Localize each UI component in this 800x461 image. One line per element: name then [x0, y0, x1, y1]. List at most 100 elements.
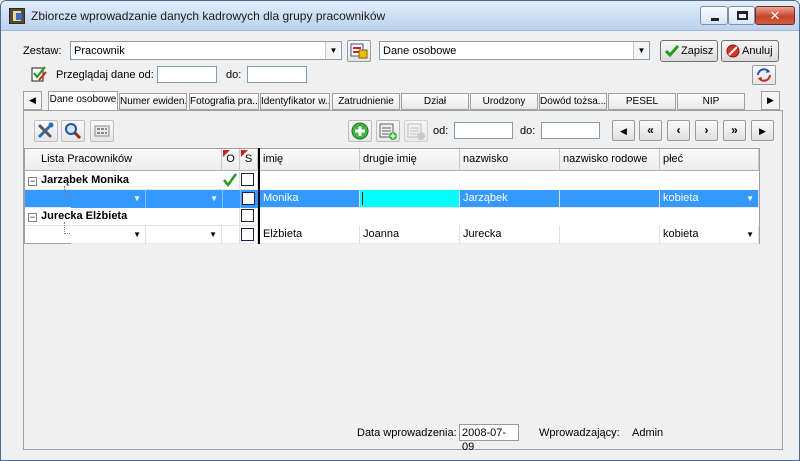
nav-next-button[interactable]: ›: [695, 120, 718, 141]
tab-fotografia[interactable]: Fotografia pra...: [189, 93, 259, 110]
chevron-down-icon: ▼: [325, 42, 341, 59]
cell-nazwisko[interactable]: Jarząbek: [460, 190, 560, 208]
column-header-o[interactable]: O: [222, 149, 240, 171]
tools-button[interactable]: [34, 120, 58, 142]
row-o-cell[interactable]: [222, 226, 240, 244]
add-button[interactable]: [348, 120, 372, 142]
cell-nazwisko-rodowe[interactable]: [560, 226, 660, 244]
tab-dane-osobowe[interactable]: Dane osobowe: [48, 91, 118, 111]
cell-nazwisko[interactable]: Jurecka: [460, 226, 560, 244]
column-header-imie[interactable]: imię: [260, 149, 360, 171]
tab-dzial[interactable]: Dział: [401, 93, 469, 110]
nav-last-icon: ▶: [759, 126, 766, 136]
zestaw-secondary-select[interactable]: Dane osobowe ▼: [379, 41, 650, 60]
tab-strip: Dane osobowe Numer ewiden... Fotografia …: [23, 91, 783, 111]
refresh-button[interactable]: [752, 65, 776, 85]
cancel-button[interactable]: Anuluj: [721, 40, 779, 62]
chevron-right-icon: ▶: [767, 95, 774, 105]
cell-nazwisko-rodowe[interactable]: [560, 190, 660, 208]
group-header-label: Jarząbek Monika: [25, 172, 222, 190]
chevron-left-icon: ‹: [676, 123, 681, 137]
remove-list-button[interactable]: [404, 120, 428, 142]
sort-flag-icon: [223, 150, 230, 157]
row-s-checkbox[interactable]: [242, 192, 255, 205]
row-select-2[interactable]: ▼: [146, 190, 222, 208]
browse-to-input[interactable]: [247, 66, 307, 83]
browse-from-input[interactable]: [157, 66, 217, 83]
cancel-icon: [726, 44, 740, 58]
nav-prev-button[interactable]: ‹: [667, 120, 690, 141]
group-o-cell[interactable]: [222, 172, 240, 190]
column-header-nazwisko-rodowe[interactable]: nazwisko rodowe: [560, 149, 660, 171]
tabs-scroll-right-button[interactable]: ▶: [761, 91, 780, 110]
chevron-down-icon: ▼: [133, 230, 141, 239]
group-o-cell[interactable]: [222, 208, 240, 226]
column-header-s[interactable]: S: [240, 149, 258, 171]
tab-identyfikator[interactable]: Identyfikator w...: [260, 93, 330, 110]
cell-drugie-imie-editing[interactable]: [360, 190, 460, 208]
text-caret: [362, 192, 363, 205]
cell-imie[interactable]: Elżbieta: [260, 226, 360, 244]
row-select-1[interactable]: ▼: [71, 190, 146, 208]
save-button[interactable]: Zapisz: [660, 40, 718, 62]
zestaw-label: Zestaw:: [23, 45, 62, 57]
minimize-icon: [711, 18, 719, 21]
tree-line: [64, 233, 70, 234]
cell-plec-select[interactable]: kobieta ▼: [660, 190, 759, 208]
zestaw-edit-button[interactable]: [347, 40, 371, 62]
nav-first-icon: ◀: [620, 126, 627, 136]
toolbar-from-label: od:: [433, 125, 449, 137]
close-icon: ✕: [769, 8, 781, 23]
group-s-checkbox[interactable]: [241, 209, 254, 222]
cell-imie[interactable]: Monika: [260, 190, 360, 208]
nav-first-button[interactable]: ◀: [612, 120, 635, 141]
row-o-cell[interactable]: [222, 190, 240, 208]
chevron-down-icon: ▼: [133, 194, 141, 203]
close-button[interactable]: ✕: [755, 6, 795, 25]
column-header-plec[interactable]: płeć: [660, 149, 759, 171]
browse-to-label: do:: [226, 69, 242, 81]
cell-plec-select[interactable]: kobieta ▼: [660, 226, 759, 244]
collapse-icon[interactable]: −: [28, 213, 37, 222]
tab-zatrudnienie[interactable]: Zatrudnienie: [332, 93, 400, 110]
tab-dowod[interactable]: Dowód tożsa...: [539, 93, 607, 110]
double-chevron-right-icon: »: [731, 123, 738, 137]
row-s-checkbox[interactable]: [241, 228, 254, 241]
tab-nip[interactable]: NIP: [677, 93, 745, 110]
zestaw-secondary-value: Dane osobowe: [383, 45, 457, 57]
group-s-checkbox[interactable]: [241, 173, 254, 186]
search-icon: [65, 123, 82, 140]
employee-grid: Lista Pracowników O S imię drugie imię n…: [24, 148, 760, 244]
row-select-2[interactable]: ▼: [146, 226, 222, 244]
collapse-icon[interactable]: −: [28, 177, 37, 186]
cell-drugie-imie[interactable]: Joanna: [360, 226, 460, 244]
column-header-drugie-imie[interactable]: drugie imię: [360, 149, 460, 171]
tree-line: [64, 197, 70, 198]
search-button[interactable]: [61, 120, 85, 142]
group-s-cell[interactable]: [240, 208, 258, 226]
add-icon: [351, 122, 369, 140]
tab-pesel[interactable]: PESEL: [608, 93, 676, 110]
minimize-button[interactable]: [700, 6, 728, 25]
date-value: 2008-07-09: [462, 427, 507, 453]
nav-next-page-button[interactable]: »: [723, 120, 746, 141]
column-header-list[interactable]: Lista Pracowników: [25, 149, 222, 171]
calculator-button[interactable]: [90, 120, 114, 142]
nav-prev-page-button[interactable]: «: [639, 120, 662, 141]
row-s-cell[interactable]: [240, 226, 258, 244]
column-header-nazwisko[interactable]: nazwisko: [460, 149, 560, 171]
tab-urodzony[interactable]: Urodzony: [470, 93, 538, 110]
refresh-icon: [757, 68, 771, 82]
group-s-cell[interactable]: [240, 172, 258, 190]
zestaw-value: Pracownik: [74, 45, 125, 57]
tools-icon: [37, 122, 54, 139]
tab-numer-ewidencyjny[interactable]: Numer ewiden...: [119, 93, 187, 110]
zestaw-select[interactable]: Pracownik ▼: [70, 41, 342, 60]
nav-last-button[interactable]: ▶: [751, 120, 774, 141]
toolbar-to-input[interactable]: [541, 122, 600, 139]
add-list-button[interactable]: [376, 120, 400, 142]
toolbar-from-input[interactable]: [454, 122, 513, 139]
row-s-cell[interactable]: [240, 190, 258, 208]
maximize-button[interactable]: [728, 6, 755, 25]
row-select-1[interactable]: ▼: [71, 226, 146, 244]
